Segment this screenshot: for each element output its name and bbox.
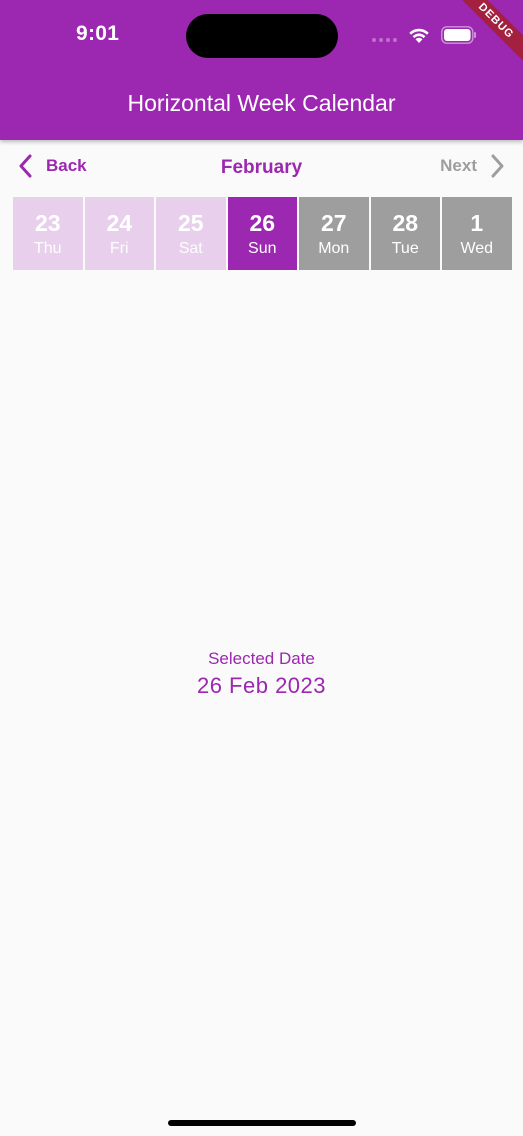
day-number: 25	[177, 209, 204, 236]
page-title: Horizontal Week Calendar	[127, 90, 396, 116]
selected-date-value: 26 Feb 2023	[196, 673, 327, 698]
day-cell[interactable]: 23 Thu	[13, 197, 83, 270]
day-cell-selected[interactable]: 26 Sun	[227, 197, 297, 270]
day-weekday: Fri	[109, 239, 129, 257]
day-cell[interactable]: 28 Tue	[370, 197, 440, 270]
day-weekday: Sat	[178, 239, 203, 257]
calendar-navigation: Back February Next	[0, 150, 523, 184]
day-number: 23	[34, 209, 61, 236]
app-bar: 9:01 DEBUG Horizontal Week Calendar	[0, 0, 523, 140]
status-time: 9:01	[76, 22, 120, 45]
wifi-icon	[409, 28, 429, 43]
battery-icon	[441, 26, 476, 44]
day-weekday: Wed	[460, 239, 494, 257]
day-weekday: Tue	[391, 239, 419, 257]
dynamic-island	[186, 14, 338, 58]
day-weekday: Thu	[33, 239, 62, 257]
day-number: 1	[470, 209, 484, 236]
home-indicator[interactable]	[168, 1120, 356, 1126]
day-number: 26	[249, 209, 276, 236]
back-button[interactable]: Back	[18, 154, 87, 178]
day-number: 24	[106, 209, 133, 236]
day-number: 28	[392, 209, 419, 236]
day-weekday: Mon	[318, 239, 350, 257]
next-button[interactable]: Next	[440, 154, 505, 178]
cellular-signal-icon	[372, 38, 397, 42]
day-cell[interactable]: 24 Fri	[84, 197, 154, 270]
day-weekday: Sun	[248, 239, 277, 257]
chevron-left-icon	[19, 154, 32, 178]
day-cell[interactable]: 27 Mon	[299, 197, 369, 270]
selected-date-label: Selected Date	[208, 649, 315, 668]
chevron-right-icon	[491, 154, 504, 178]
back-label: Back	[46, 156, 87, 175]
week-day-strip: 23 Thu 24 Fri 25 Sat 26 Sun 27 Mon 28 Tu…	[13, 197, 512, 270]
day-cell[interactable]: 25 Sat	[156, 197, 226, 270]
day-number: 27	[320, 209, 347, 236]
selected-date-display: Selected Date 26 Feb 2023	[0, 649, 523, 699]
next-label: Next	[440, 156, 477, 175]
day-cell[interactable]: 1 Wed	[442, 197, 512, 270]
